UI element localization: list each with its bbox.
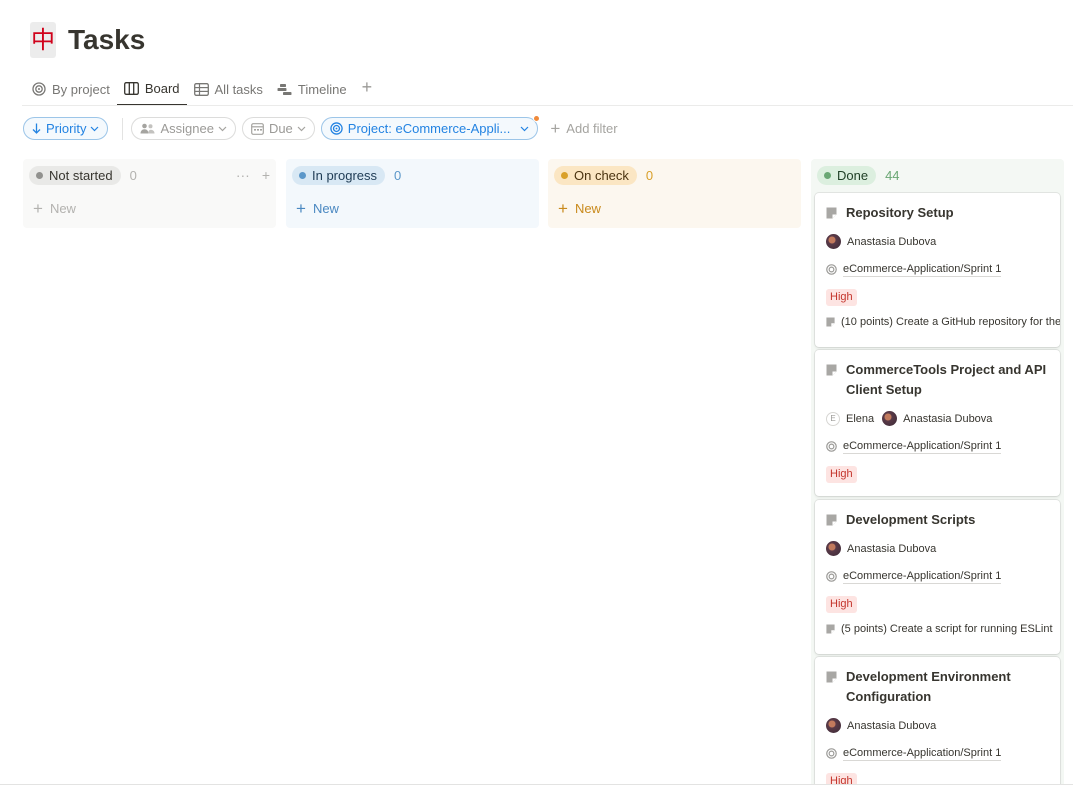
assignee-row: E Elena Anastasia Dubova [826, 409, 1050, 428]
table-icon [193, 82, 209, 96]
column-not-started: Not started 0 ··· + + New [23, 159, 276, 228]
chevron-down-icon [91, 126, 99, 131]
assignee-row: Anastasia Dubova [826, 539, 1050, 558]
plus-icon: + [296, 198, 306, 218]
divider [22, 105, 1073, 106]
avatar: E [826, 411, 840, 426]
status-dot [36, 171, 43, 179]
task-card[interactable]: Development Scripts Anastasia Dubova eCo… [815, 500, 1060, 654]
assignee-row: Anastasia Dubova [826, 232, 1050, 251]
timeline-icon [277, 83, 292, 95]
avatar [882, 411, 898, 426]
avatar [826, 234, 841, 249]
plus-icon: + [33, 198, 43, 218]
page-icon [826, 514, 837, 526]
page-icon [826, 317, 835, 327]
plus-icon[interactable]: + [262, 167, 270, 183]
plus-icon: + [550, 118, 561, 138]
arrow-down-icon [32, 123, 41, 134]
project-row: eCommerce-Application/Sprint 1 [826, 260, 1050, 279]
priority-badge: High [826, 596, 857, 613]
target-icon [330, 122, 343, 135]
status-pill-in-progress[interactable]: In progress [292, 165, 386, 185]
project-row: eCommerce-Application/Sprint 1 [826, 567, 1050, 586]
target-icon [826, 264, 837, 275]
filter-bar: Priority Assignee Due Project: eCommerce… [23, 115, 618, 140]
page-icon [826, 207, 837, 219]
project-link[interactable]: eCommerce-Application/Sprint 1 [843, 570, 1002, 584]
page-emoji-icon[interactable]: 中 [30, 22, 56, 58]
project-row: eCommerce-Application/Sprint 1 [826, 744, 1050, 763]
column-done: Done 44 Repository Setup Anastasia Dubov… [811, 159, 1064, 785]
task-card[interactable]: CommerceTools Project and API Client Set… [815, 350, 1060, 496]
view-tabs: By project Board All tasks Timeline + [25, 74, 380, 106]
avatar [826, 541, 841, 556]
column-count: 44 [885, 167, 900, 183]
card-title: Development Scripts [846, 512, 976, 527]
project-row: eCommerce-Application/Sprint 1 [826, 437, 1050, 456]
card-title: CommerceTools Project and API Client Set… [846, 362, 1047, 397]
unsaved-indicator-dot [533, 115, 541, 122]
filter-due-chip[interactable]: Due [241, 117, 315, 140]
subtask-item[interactable]: (5 points) Create a script for running E… [826, 623, 1053, 635]
calendar-icon [251, 122, 264, 135]
status-dot [299, 171, 306, 179]
project-link[interactable]: eCommerce-Application/Sprint 1 [843, 747, 1002, 761]
project-link[interactable]: eCommerce-Application/Sprint 1 [843, 263, 1002, 277]
chevron-down-icon [297, 126, 306, 131]
plus-icon: + [558, 198, 568, 218]
people-icon [140, 123, 155, 134]
column-in-progress: In progress 0 + New [286, 159, 539, 228]
chevron-down-icon [520, 126, 529, 131]
task-card[interactable]: Repository Setup Anastasia Dubova eComme… [815, 193, 1060, 347]
status-dot [561, 171, 568, 179]
card-title: Development Environment Configuration [846, 669, 1011, 704]
column-on-check: On check 0 + New [548, 159, 801, 228]
add-filter-button[interactable]: + Add filter [550, 119, 617, 139]
page-icon [826, 671, 837, 683]
filter-assignee-chip[interactable]: Assignee [131, 117, 236, 140]
column-count: 0 [129, 167, 137, 183]
column-count: 0 [394, 167, 402, 183]
status-dot [824, 171, 831, 179]
new-card-button[interactable]: + New [292, 197, 533, 219]
status-pill-done[interactable]: Done [817, 165, 877, 185]
chevron-down-icon [218, 126, 227, 131]
target-icon [32, 82, 46, 96]
avatar [826, 718, 841, 733]
tab-all-tasks[interactable]: All tasks [187, 74, 270, 106]
target-icon [826, 571, 837, 582]
filter-project-chip[interactable]: Project: eCommerce-Appli... [320, 115, 541, 140]
tab-by-project[interactable]: By project [25, 74, 117, 106]
divider [122, 117, 124, 140]
target-icon [826, 748, 837, 759]
page-icon [826, 364, 837, 376]
status-pill-on-check[interactable]: On check [554, 165, 637, 185]
tab-board[interactable]: Board [116, 74, 187, 106]
more-icon[interactable]: ··· [236, 167, 250, 183]
task-card[interactable]: Development Environment Configuration An… [815, 657, 1060, 785]
priority-badge: High [826, 466, 857, 483]
page-title[interactable]: Tasks [68, 24, 145, 56]
board-icon [123, 81, 139, 95]
new-card-button[interactable]: + New [554, 197, 795, 219]
new-card-button[interactable]: + New [29, 197, 270, 219]
subtask-item[interactable]: (10 points) Create a GitHub repository f… [826, 316, 1060, 328]
sort-priority-chip[interactable]: Priority [23, 117, 109, 140]
project-link[interactable]: eCommerce-Application/Sprint 1 [843, 440, 1002, 454]
column-count: 0 [645, 167, 654, 183]
tab-timeline[interactable]: Timeline [270, 74, 354, 106]
page-icon [826, 624, 835, 634]
target-icon [826, 441, 837, 452]
assignee-row: Anastasia Dubova [826, 716, 1050, 735]
priority-badge: High [826, 289, 857, 306]
status-pill-not-started[interactable]: Not started [29, 165, 121, 185]
add-view-button[interactable]: + [354, 74, 381, 100]
page-header: 中 Tasks [30, 22, 145, 58]
card-title: Repository Setup [846, 205, 954, 220]
